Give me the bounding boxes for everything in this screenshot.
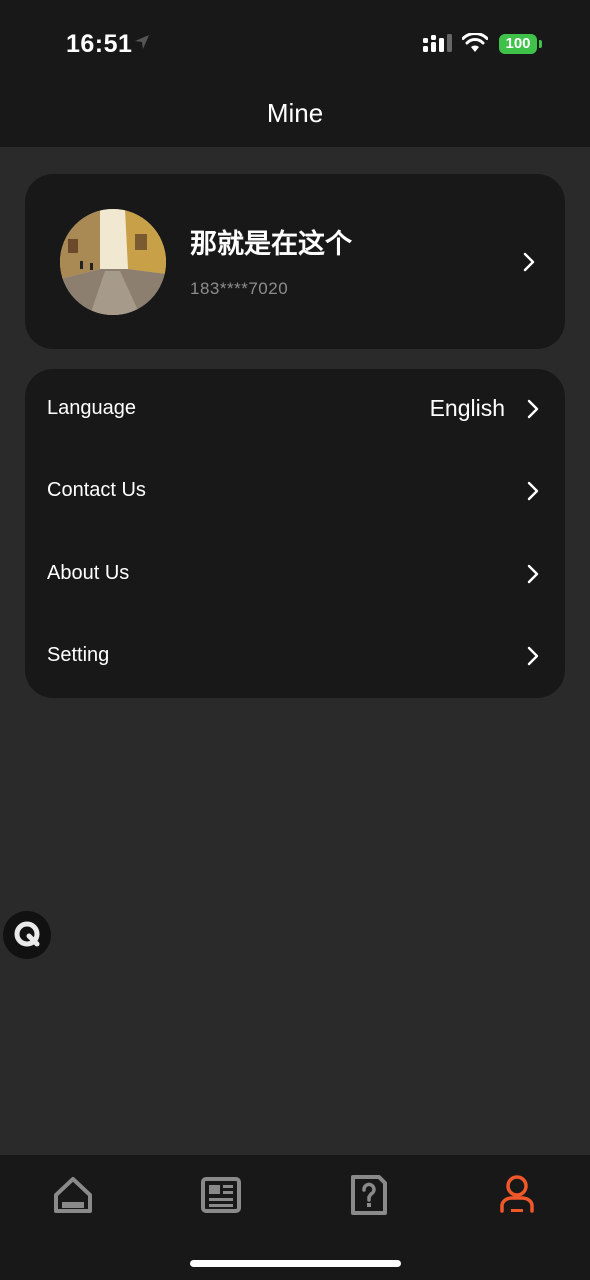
battery-icon: 100	[499, 34, 537, 54]
chevron-right-icon	[527, 399, 539, 419]
status-time: 16:51	[66, 30, 133, 58]
profile-card[interactable]: 那就是在这个 183****7020	[25, 174, 565, 349]
menu-item-about-us[interactable]: About Us	[25, 534, 565, 616]
menu-item-contact-us[interactable]: Contact Us	[25, 451, 565, 533]
menu-item-label: Contact Us	[47, 479, 146, 501]
menu-item-label: Setting	[47, 644, 110, 666]
signal-icon	[423, 34, 452, 52]
wifi-icon	[462, 33, 488, 52]
news-icon[interactable]	[199, 1173, 243, 1217]
profile-phone: 183****7020	[190, 279, 289, 298]
status-bar: 16:51 100	[0, 0, 590, 88]
language-value: English	[429, 395, 505, 421]
profile-icon[interactable]	[495, 1173, 539, 1217]
question-doc-icon[interactable]	[347, 1173, 391, 1217]
page-title: Mine	[266, 98, 324, 128]
floating-assistant-button[interactable]	[3, 911, 51, 959]
menu-item-label: About Us	[47, 562, 130, 584]
home-indicator	[190, 1260, 401, 1267]
q-logo-icon	[14, 921, 40, 947]
location-arrow-icon	[135, 35, 149, 49]
avatar-image	[60, 209, 166, 315]
menu-item-setting[interactable]: Setting	[25, 616, 565, 698]
menu-item-language[interactable]: Language English	[25, 369, 565, 451]
profile-username: 那就是在这个	[190, 229, 352, 259]
nav-bar: Mine	[0, 88, 590, 147]
avatar[interactable]	[60, 209, 166, 315]
chevron-right-icon	[527, 646, 539, 666]
chevron-right-icon	[527, 564, 539, 584]
battery-tip	[539, 40, 542, 48]
chevron-right-icon	[523, 252, 535, 272]
home-icon[interactable]	[51, 1173, 95, 1217]
chevron-right-icon	[527, 481, 539, 501]
menu-card: Language English Contact Us About Us Set…	[25, 369, 565, 698]
menu-item-label: Language	[47, 397, 136, 419]
